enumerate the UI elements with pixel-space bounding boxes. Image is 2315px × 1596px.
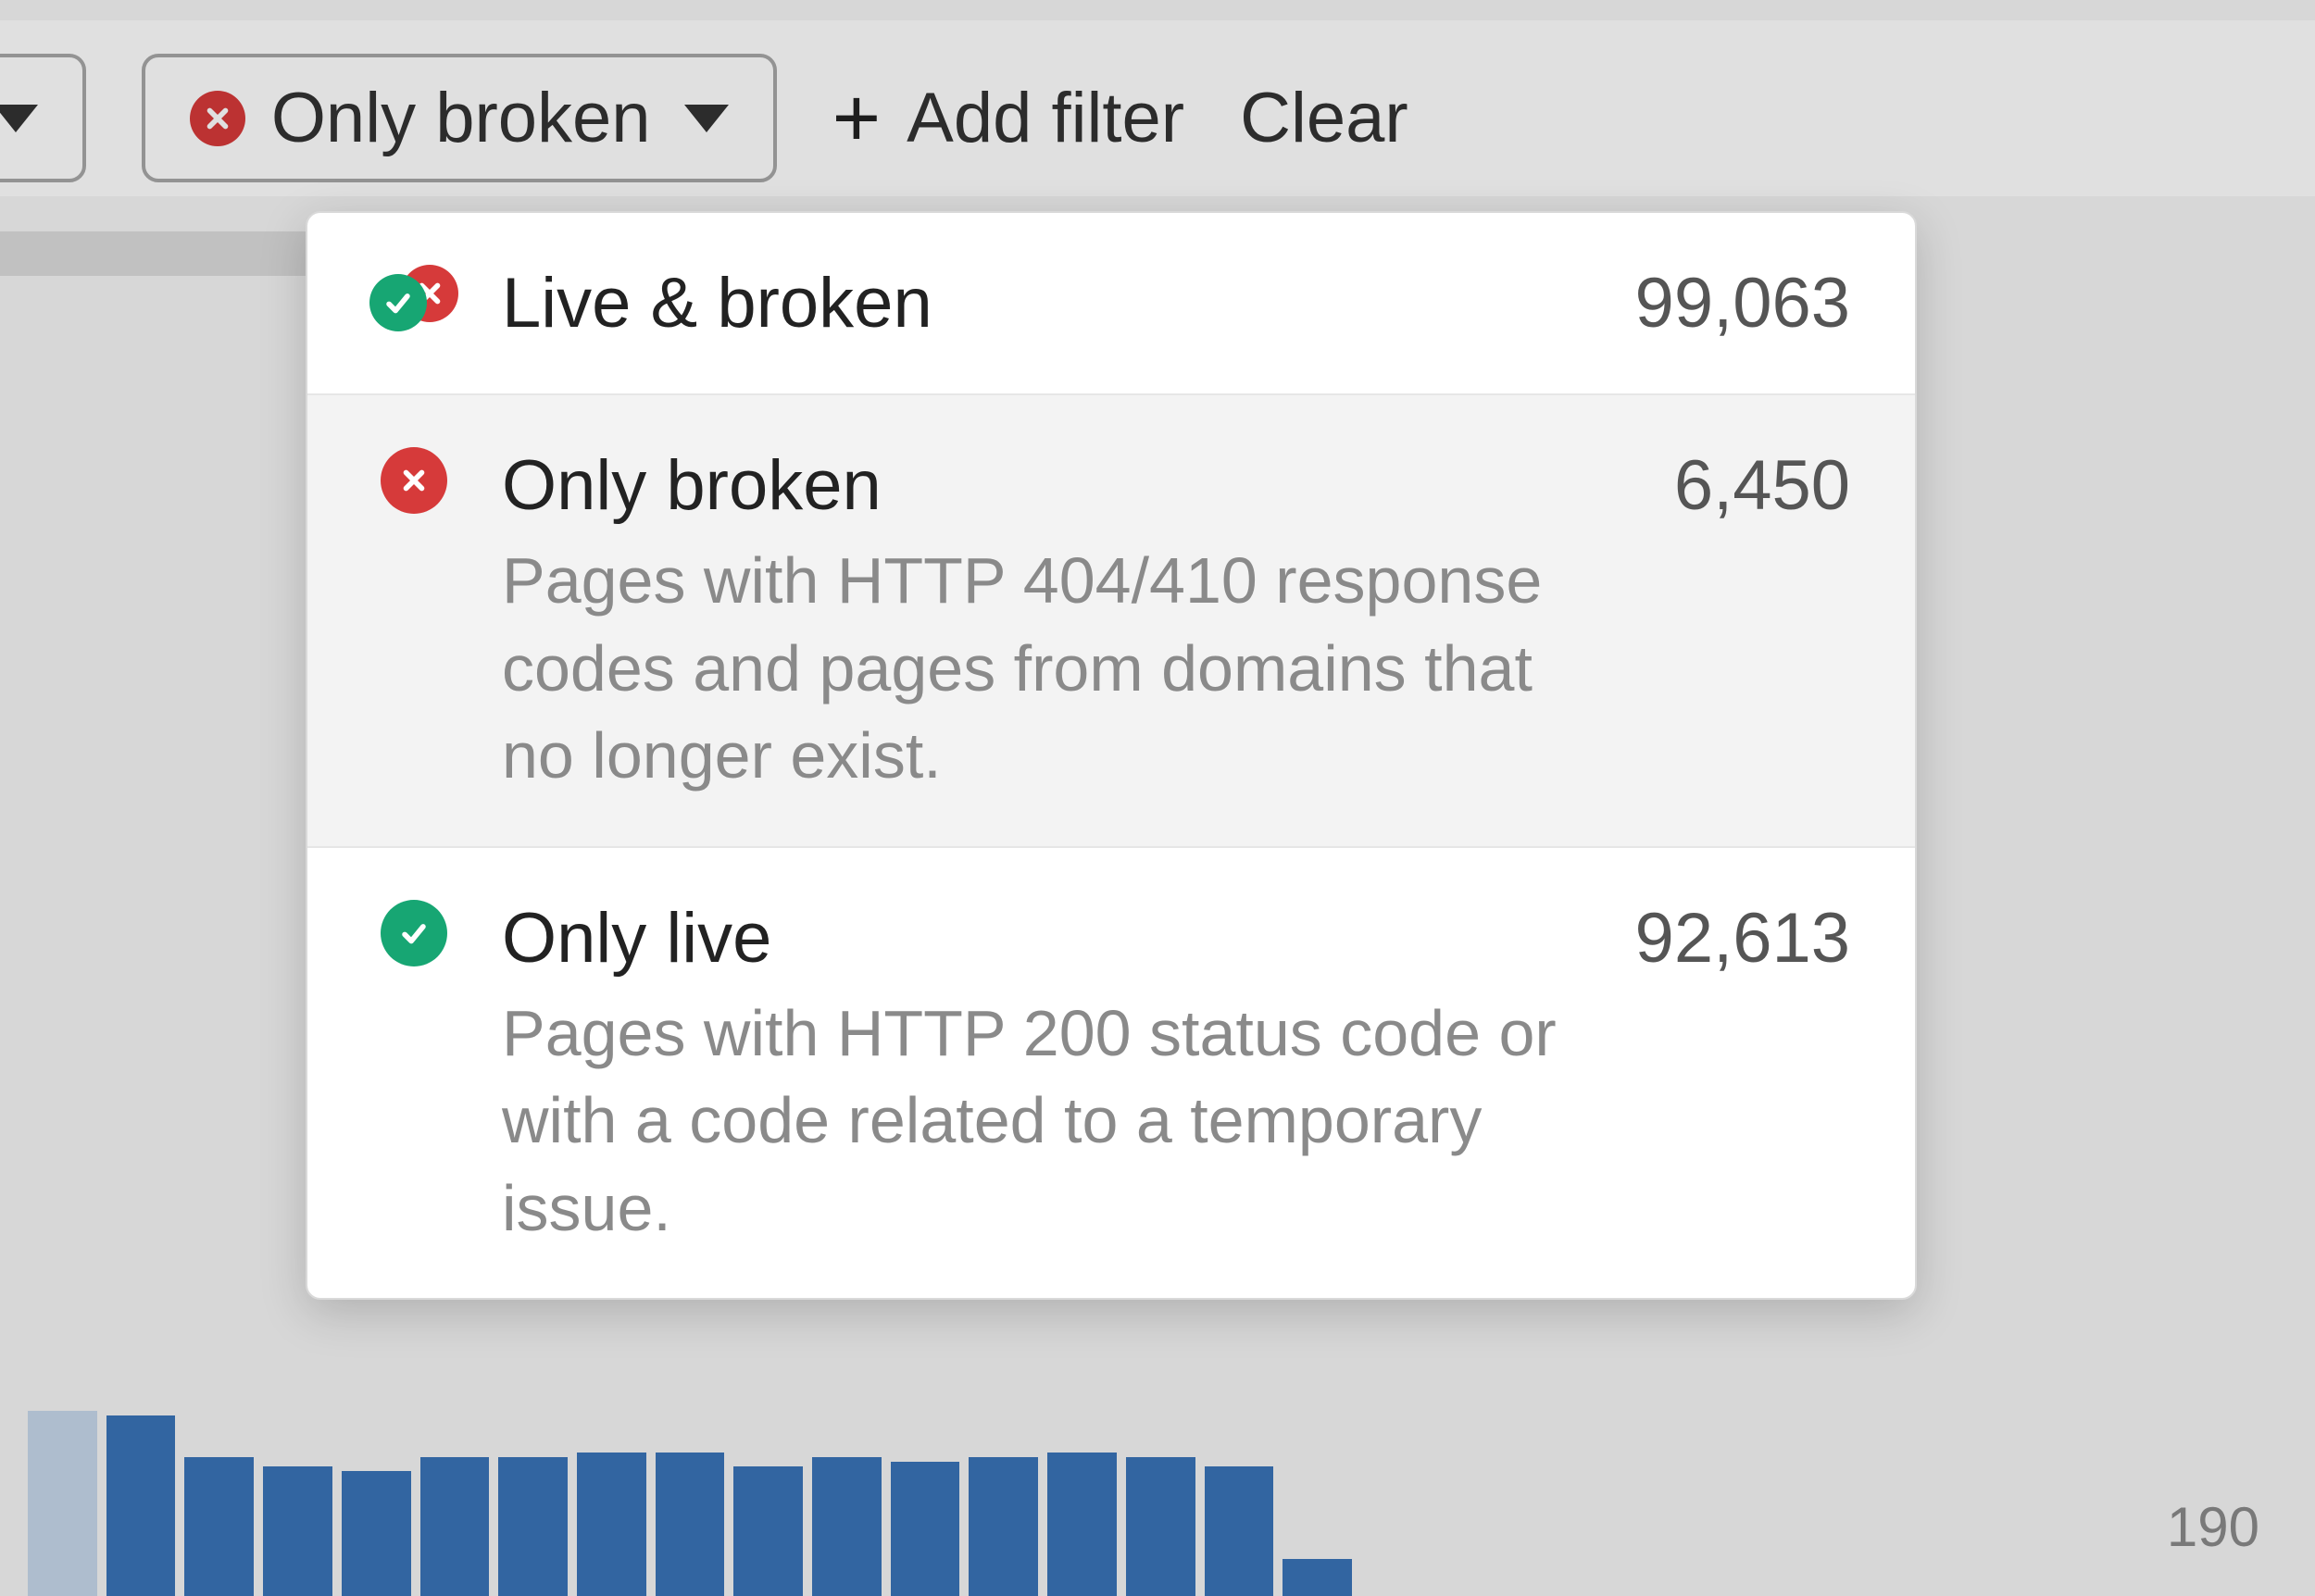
chart-bar <box>733 1466 803 1596</box>
x-circle-icon <box>190 91 245 146</box>
dropdown-item-count: 6,450 <box>1674 442 1850 526</box>
filter-pill-pages[interactable]: ages <box>0 54 86 182</box>
dropdown-item-count: 99,063 <box>1635 259 1850 343</box>
dropdown-item-description: Pages with HTTP 404/410 response codes a… <box>502 537 1613 800</box>
add-filter-button[interactable]: + Add filter <box>832 77 1184 160</box>
chevron-down-icon <box>0 105 38 132</box>
check-circle-icon <box>381 900 447 966</box>
clear-filters-button[interactable]: Clear <box>1240 78 1408 158</box>
chart-bar <box>812 1457 882 1596</box>
dropdown-item-label: Only live <box>502 894 1598 982</box>
chart-bar <box>1047 1453 1117 1596</box>
chart-bar <box>891 1462 960 1596</box>
filter-pill-broken-label: Only broken <box>271 78 651 158</box>
chart-bar <box>184 1457 254 1596</box>
dropdown-item-text: Only broken Pages with HTTP 404/410 resp… <box>502 442 1637 800</box>
live-broken-icon <box>369 265 458 331</box>
chart-bar <box>28 1411 97 1596</box>
chart-bar <box>498 1457 568 1596</box>
chart-bar <box>1205 1466 1274 1596</box>
dropdown-item-live-broken[interactable]: Live & broken 99,063 <box>307 213 1915 395</box>
chart-bar <box>106 1415 176 1596</box>
chart-bar <box>342 1471 411 1596</box>
dropdown-item-text: Only live Pages with HTTP 200 status cod… <box>502 894 1598 1253</box>
filter-dropdown: Live & broken 99,063 Only broken Pages w… <box>306 211 1917 1300</box>
clear-label: Clear <box>1240 78 1408 158</box>
filter-bar: ages Only broken + Add filter Clear <box>0 54 1408 182</box>
chart-bar <box>969 1457 1038 1596</box>
check-circle-icon <box>369 274 427 331</box>
filter-pill-broken[interactable]: Only broken <box>142 54 777 182</box>
dropdown-item-label: Only broken <box>502 442 1637 530</box>
chart-bar <box>420 1457 490 1596</box>
chart-axis-label: 190 <box>2167 1495 2259 1559</box>
dropdown-item-only-broken[interactable]: Only broken Pages with HTTP 404/410 resp… <box>307 395 1915 848</box>
chart-bar <box>263 1466 332 1596</box>
dropdown-item-only-live[interactable]: Only live Pages with HTTP 200 status cod… <box>307 848 1915 1299</box>
dropdown-item-count: 92,613 <box>1635 894 1850 979</box>
chart-bar <box>577 1453 646 1596</box>
dropdown-item-description: Pages with HTTP 200 status code or with … <box>502 990 1598 1253</box>
chevron-down-icon <box>684 105 729 132</box>
chart-bar <box>656 1453 725 1596</box>
dropdown-item-label: Live & broken <box>502 259 1598 347</box>
dropdown-item-icon-wrap <box>363 259 465 331</box>
chart-bar <box>1126 1457 1195 1596</box>
x-circle-icon <box>381 447 447 514</box>
dropdown-item-text: Live & broken <box>502 259 1598 347</box>
chart-bar <box>1283 1559 1352 1596</box>
dropdown-item-icon-wrap <box>363 442 465 514</box>
subheader-row <box>0 231 306 276</box>
plus-icon: + <box>832 77 882 160</box>
add-filter-label: Add filter <box>907 78 1184 158</box>
dropdown-item-icon-wrap <box>363 894 465 966</box>
